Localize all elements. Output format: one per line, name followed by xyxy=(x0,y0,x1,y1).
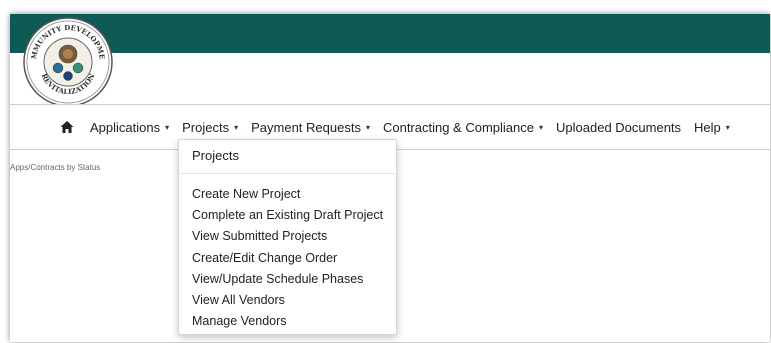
nav-contracting-compliance[interactable]: Contracting & Compliance ▾ xyxy=(383,120,543,135)
menu-item-schedule-phases[interactable]: View/Update Schedule Phases xyxy=(192,269,383,290)
home-icon[interactable] xyxy=(60,120,74,134)
seal-logo-graphic: COMMUNITY DEVELOPMENT REVITALIZATION xyxy=(22,16,113,107)
header-band xyxy=(10,14,770,53)
nav-label: Uploaded Documents xyxy=(556,119,682,135)
nav-projects[interactable]: Projects ▾ xyxy=(182,120,238,135)
nav-applications[interactable]: Applications ▾ xyxy=(90,120,169,135)
menu-item-change-order[interactable]: Create/Edit Change Order xyxy=(192,248,383,269)
dropdown-list: Create New Project Complete an Existing … xyxy=(192,184,383,332)
nav-label: Applications xyxy=(90,119,161,135)
nav-payment-requests[interactable]: Payment Requests ▾ xyxy=(251,120,370,135)
nav-menu: Applications ▾ Projects ▾ Payment Reques… xyxy=(60,105,743,149)
nav-label: Projects xyxy=(182,119,230,135)
dropdown-header: Projects xyxy=(192,148,239,163)
menu-item-complete-draft-project[interactable]: Complete an Existing Draft Project xyxy=(192,205,383,226)
menu-item-view-all-vendors[interactable]: View All Vendors xyxy=(192,290,383,311)
caret-down-icon: ▾ xyxy=(234,122,239,132)
app-window: COMMUNITY DEVELOPMENT REVITALIZATION App… xyxy=(10,14,770,342)
breadcrumb: Apps/Contracts by Status xyxy=(10,163,101,172)
menu-item-view-submitted-projects[interactable]: View Submitted Projects xyxy=(192,226,383,247)
dropdown-divider xyxy=(179,173,396,174)
nav-uploaded-documents[interactable]: Uploaded Documents xyxy=(556,120,681,135)
caret-down-icon: ▾ xyxy=(725,122,730,132)
nav-label: Contracting & Compliance xyxy=(382,119,534,135)
caret-down-icon: ▾ xyxy=(365,122,370,132)
menu-item-create-new-project[interactable]: Create New Project xyxy=(192,184,383,205)
caret-down-icon: ▾ xyxy=(539,122,544,132)
nav-label: Help xyxy=(694,119,721,135)
cdr-seal-logo[interactable]: COMMUNITY DEVELOPMENT REVITALIZATION xyxy=(22,16,114,108)
nav-label: Payment Requests xyxy=(251,119,361,135)
menu-item-manage-vendors[interactable]: Manage Vendors xyxy=(192,311,383,332)
nav-help[interactable]: Help ▾ xyxy=(694,120,730,135)
caret-down-icon: ▾ xyxy=(165,122,170,132)
projects-dropdown-menu: Projects Create New Project Complete an … xyxy=(178,139,397,335)
